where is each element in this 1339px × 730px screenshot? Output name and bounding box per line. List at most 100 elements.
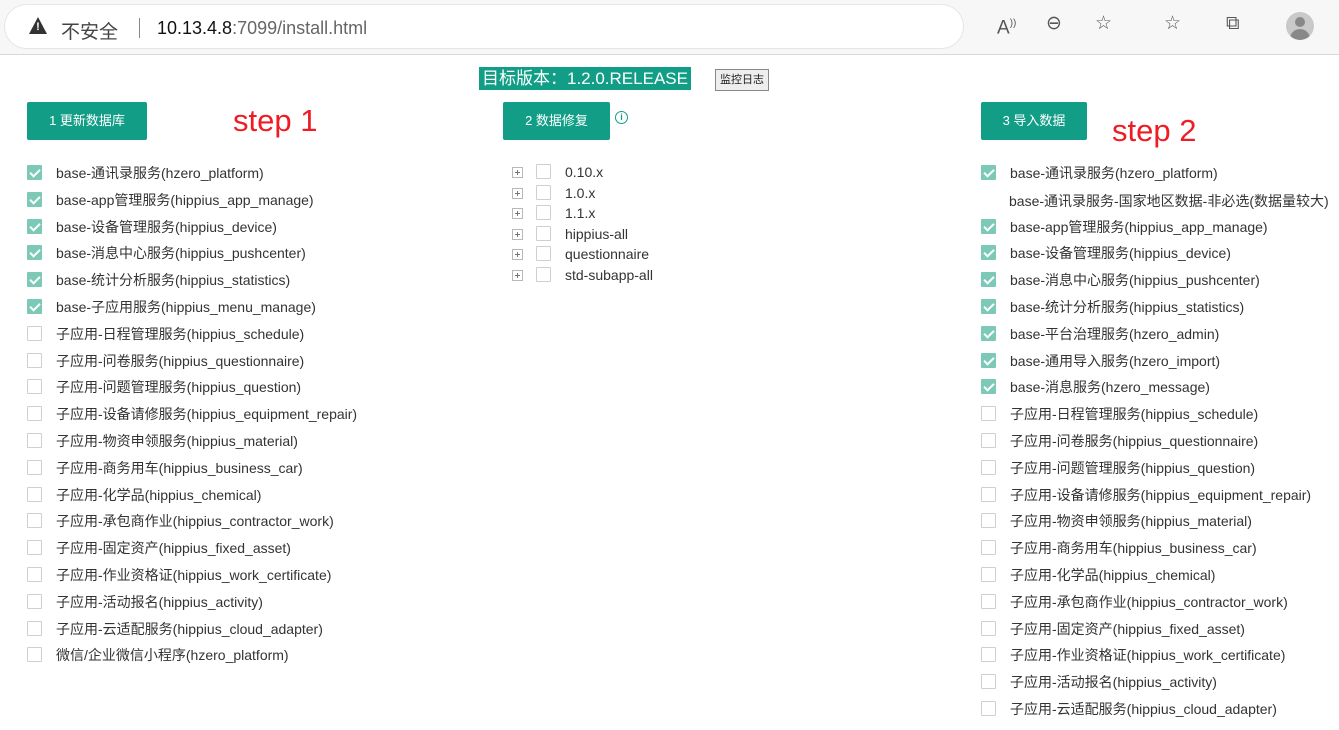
checkbox[interactable] — [27, 379, 42, 394]
checkbox[interactable] — [27, 326, 42, 341]
update-database-button[interactable]: 1 更新数据库 — [27, 102, 147, 140]
import-item-label: base-统计分析服务(hippius_statistics) — [1010, 299, 1245, 315]
repair-item-label: 1.1.x — [565, 205, 596, 221]
data-repair-button[interactable]: 2 数据修复 — [503, 102, 610, 140]
import-data-list: base-通讯录服务(hzero_platform) base-app管理服务(h… — [981, 163, 1339, 723]
expand-icon[interactable] — [512, 270, 523, 281]
checkbox-checked[interactable] — [27, 245, 42, 260]
expand-icon[interactable] — [512, 167, 523, 178]
update-item-label: base-通讯录服务(hzero_platform) — [56, 165, 264, 181]
update-item-label: 子应用-作业资格证(hippius_work_certificate) — [56, 567, 332, 583]
checkbox[interactable] — [536, 267, 551, 282]
import-item-label: base-app管理服务(hippius_app_manage) — [1010, 219, 1268, 235]
checkbox[interactable] — [981, 513, 996, 528]
checkbox-checked[interactable] — [27, 192, 42, 207]
checkbox[interactable] — [981, 647, 996, 662]
browser-toolbar: ! 不安全 10.13.4.8:7099/install.html A)) ⊖ … — [0, 0, 1339, 55]
url-port-path: :7099/install.html — [232, 18, 368, 38]
checkbox-checked[interactable] — [27, 299, 42, 314]
update-item-label: 微信/企业微信小程序(hzero_platform) — [56, 647, 289, 663]
address-bar[interactable]: ! 不安全 10.13.4.8:7099/install.html — [5, 5, 963, 48]
update-item-label: base-消息中心服务(hippius_pushcenter) — [56, 245, 306, 261]
import-item-label: base-消息服务(hzero_message) — [1010, 379, 1210, 395]
zoom-icon[interactable]: ⊖ — [1046, 14, 1062, 34]
import-item-label: 子应用-商务用车(hippius_business_car) — [1010, 540, 1257, 556]
checkbox-checked[interactable] — [981, 326, 996, 341]
checkbox-checked[interactable] — [981, 353, 996, 368]
checkbox-checked[interactable] — [27, 219, 42, 234]
expand-icon[interactable] — [512, 188, 523, 199]
add-favorite-icon[interactable]: ☆ — [1095, 14, 1112, 34]
import-data-button[interactable]: 3 导入数据 — [981, 102, 1087, 140]
monitor-log-button[interactable]: 监控日志 — [715, 69, 769, 91]
checkbox-checked[interactable] — [981, 219, 996, 234]
checkbox[interactable] — [981, 594, 996, 609]
collections-icon[interactable]: ⧉ — [1226, 14, 1240, 34]
checkbox[interactable] — [981, 567, 996, 582]
import-item-label: 子应用-问题管理服务(hippius_question) — [1010, 460, 1256, 476]
insecure-label[interactable]: 不安全 — [61, 17, 118, 44]
update-item-label: 子应用-化学品(hippius_chemical) — [56, 487, 262, 503]
data-repair-tree: 0.10.x 1.0.x 1.1.x hippius-all questionnaire… — [512, 162, 712, 292]
import-item-label: 子应用-承包商作业(hippius_contractor_work) — [1010, 594, 1288, 610]
checkbox[interactable] — [27, 433, 42, 448]
update-item-label: 子应用-活动报名(hippius_activity) — [56, 594, 263, 610]
checkbox-checked[interactable] — [981, 245, 996, 260]
update-item-label: 子应用-云适配服务(hippius_cloud_adapter) — [56, 621, 323, 637]
url-host: 10.13.4.8 — [157, 18, 233, 38]
checkbox-checked[interactable] — [981, 272, 996, 287]
checkbox[interactable] — [27, 513, 42, 528]
checkbox[interactable] — [981, 540, 996, 555]
checkbox-checked[interactable] — [981, 299, 996, 314]
update-item-label: 子应用-问题管理服务(hippius_question) — [56, 379, 302, 395]
expand-icon[interactable] — [512, 249, 523, 260]
checkbox[interactable] — [27, 540, 42, 555]
repair-item-label: 1.0.x — [565, 185, 596, 201]
checkbox[interactable] — [27, 594, 42, 609]
checkbox[interactable] — [27, 621, 42, 636]
checkbox[interactable] — [536, 226, 551, 241]
checkbox[interactable] — [981, 701, 996, 716]
checkbox[interactable] — [981, 406, 996, 421]
checkbox[interactable] — [981, 460, 996, 475]
checkbox[interactable] — [536, 164, 551, 179]
update-item-label: base-设备管理服务(hippius_device) — [56, 219, 277, 235]
favorites-icon[interactable]: ☆ — [1164, 14, 1181, 34]
checkbox[interactable] — [27, 353, 42, 368]
read-aloud-icon[interactable]: A)) — [997, 14, 1016, 38]
checkbox[interactable] — [27, 460, 42, 475]
checkbox[interactable] — [981, 674, 996, 689]
url-text[interactable]: 10.13.4.8:7099/install.html — [157, 18, 367, 39]
checkbox-checked[interactable] — [981, 165, 996, 180]
checkbox[interactable] — [981, 621, 996, 636]
expand-icon[interactable] — [512, 208, 523, 219]
update-item-label: 子应用-日程管理服务(hippius_schedule) — [56, 326, 305, 342]
import-item-label: 子应用-设备请修服务(hippius_equipment_repair) — [1010, 487, 1312, 503]
import-item-label: 子应用-物资申领服务(hippius_material) — [1010, 513, 1252, 529]
checkbox-checked[interactable] — [27, 272, 42, 287]
info-icon[interactable]: i — [615, 111, 628, 124]
checkbox[interactable] — [536, 185, 551, 200]
checkbox[interactable] — [981, 433, 996, 448]
profile-avatar[interactable] — [1286, 12, 1314, 40]
update-item-label: base-子应用服务(hippius_menu_manage) — [56, 299, 316, 315]
checkbox[interactable] — [981, 487, 996, 502]
step2-annotation: step 2 — [1112, 113, 1197, 148]
update-item-label: 子应用-承包商作业(hippius_contractor_work) — [56, 513, 334, 529]
checkbox[interactable] — [536, 246, 551, 261]
checkbox[interactable] — [536, 205, 551, 220]
import-item-label: base-通用导入服务(hzero_import) — [1010, 353, 1221, 369]
checkbox[interactable] — [27, 567, 42, 582]
import-item-label: 子应用-云适配服务(hippius_cloud_adapter) — [1010, 701, 1277, 717]
checkbox[interactable] — [27, 406, 42, 421]
update-item-label: 子应用-物资申领服务(hippius_material) — [56, 433, 298, 449]
checkbox-checked[interactable] — [27, 165, 42, 180]
import-item-label: base-消息中心服务(hippius_pushcenter) — [1010, 272, 1260, 288]
address-divider — [139, 18, 140, 38]
expand-icon[interactable] — [512, 229, 523, 240]
update-item-label: 子应用-商务用车(hippius_business_car) — [56, 460, 303, 476]
checkbox-checked[interactable] — [981, 379, 996, 394]
checkbox[interactable] — [27, 487, 42, 502]
import-item-label: 子应用-化学品(hippius_chemical) — [1010, 567, 1216, 583]
checkbox[interactable] — [27, 647, 42, 662]
